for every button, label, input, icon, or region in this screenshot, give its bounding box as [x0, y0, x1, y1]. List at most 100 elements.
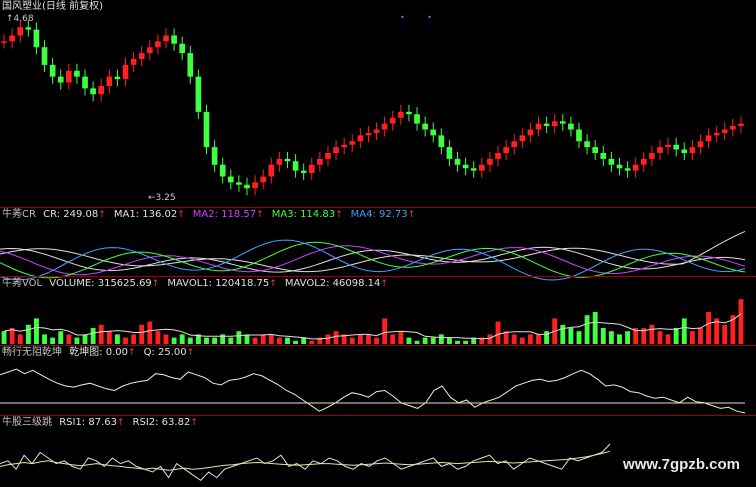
candle-body	[171, 35, 177, 44]
volume-bar	[236, 331, 242, 344]
volume-bar	[131, 334, 137, 344]
candle-body	[41, 47, 48, 65]
separator-vol	[0, 276, 756, 277]
mavol-line	[3, 313, 742, 340]
candle-body	[90, 88, 96, 95]
volume-bar	[366, 334, 371, 344]
up-arrow-icon: ↑	[98, 210, 106, 220]
volume-bar	[487, 334, 493, 344]
up-arrow-icon: ↑	[177, 210, 185, 220]
cr-panel-name: 牛莠CR	[2, 209, 36, 220]
up-arrow-icon: ↑	[269, 279, 277, 289]
volume-bar	[244, 334, 250, 344]
volume-bar	[42, 334, 47, 344]
stock-chart[interactable]: 国风塑业(日线 前复权) • • ↑4.68 ←3.25 牛莠CR CR: 24…	[0, 0, 756, 487]
up-arrow-icon: ↑	[256, 210, 264, 220]
volume-bar	[511, 334, 517, 344]
volume-bar	[608, 331, 614, 344]
cr-line-0	[0, 230, 746, 273]
qk-panel-title: 畅行无阻乾坤 乾坤图: 0.00↑ Q: 25.00↑	[2, 347, 202, 359]
candle-body	[454, 158, 461, 165]
volume-bar	[163, 334, 169, 344]
candle-body	[713, 133, 720, 136]
up-arrow-icon: ↑	[380, 279, 388, 289]
volume-bar	[357, 334, 363, 344]
candle-body	[414, 114, 420, 124]
cr-legend-item: CR: 249.08↑	[43, 209, 106, 220]
candle-body	[527, 129, 534, 136]
candle-body	[114, 76, 121, 79]
cr-legend-item: MA3: 114.83↑	[271, 209, 343, 220]
candle-body	[495, 153, 501, 159]
candle-body	[535, 123, 542, 130]
candle-body	[705, 135, 712, 142]
volume-bar	[527, 334, 533, 344]
candle-body	[1, 41, 7, 43]
volume-bar	[374, 337, 379, 344]
candle-body	[389, 117, 396, 124]
candle-body	[430, 129, 437, 136]
volume-bar	[657, 331, 663, 344]
vol-legend-item: MAVOL1: 120418.75↑	[167, 278, 277, 289]
volume-bar	[293, 340, 298, 344]
candle-body	[9, 35, 15, 42]
volume-bar	[430, 337, 436, 344]
candle-body	[187, 53, 194, 77]
separator-rsi	[0, 415, 756, 416]
volume-bar	[390, 334, 396, 344]
volume-bar	[617, 334, 622, 344]
candle-body	[649, 153, 655, 159]
chart-canvas[interactable]	[0, 0, 756, 487]
candle-body	[57, 76, 64, 83]
volume-bar	[228, 337, 234, 344]
cr-panel-title: 牛莠CR CR: 249.08↑ MA1: 136.02↑ MA2: 118.57↑…	[2, 209, 423, 221]
vol-legend-item: MAVOL2: 46098.14↑	[284, 278, 388, 289]
candle-body	[203, 111, 210, 148]
candle-body	[422, 123, 428, 130]
volume-bar	[414, 340, 420, 344]
rsi-legend-item: RSI1: 87.63↑	[59, 417, 125, 428]
volume-bar	[90, 328, 96, 344]
volume-bar	[422, 337, 428, 344]
candle-body	[624, 168, 631, 171]
candle-body	[357, 135, 364, 142]
volume-bar	[536, 334, 541, 344]
chart-title: 国风塑业(日线 前复权)	[2, 1, 103, 12]
separator-qk	[0, 345, 756, 346]
qk-line	[0, 368, 746, 414]
candle-body	[341, 144, 347, 148]
candle-body	[592, 147, 599, 153]
candle-body	[730, 125, 736, 130]
volume-bar	[276, 337, 282, 344]
candle-body	[268, 164, 275, 177]
candle-body	[632, 164, 639, 171]
volume-bar	[155, 331, 161, 344]
candle-body	[260, 176, 267, 183]
volume-bar	[309, 340, 315, 344]
volume-bar	[106, 331, 112, 344]
volume-bar	[592, 312, 598, 344]
candle-body	[640, 158, 647, 165]
volume-bar	[519, 337, 525, 344]
candle-body	[487, 158, 493, 165]
volume-bar	[698, 328, 703, 344]
volume-bar	[268, 334, 274, 344]
up-arrow-icon: ↑	[190, 418, 198, 428]
qk-legend-item: Q: 25.00↑	[143, 347, 195, 358]
candle-body	[462, 164, 469, 169]
volume-bar	[625, 331, 631, 344]
candle-body	[325, 153, 331, 159]
volume-bar	[576, 331, 582, 344]
up-arrow-icon: ↑	[335, 210, 343, 220]
candle-body	[665, 144, 671, 148]
marker-dots: • •	[400, 13, 442, 22]
candle-body	[106, 76, 113, 87]
candle-body	[673, 144, 680, 150]
candle-body	[559, 121, 566, 124]
candle-body	[227, 176, 234, 183]
qk-legend-item: 乾坤图: 0.00↑	[69, 347, 136, 358]
rsi-panel-name: 牛股三级跳	[2, 417, 52, 428]
candle-body	[65, 70, 72, 83]
up-arrow-icon: ↑	[116, 418, 125, 428]
volume-bar	[398, 331, 404, 344]
